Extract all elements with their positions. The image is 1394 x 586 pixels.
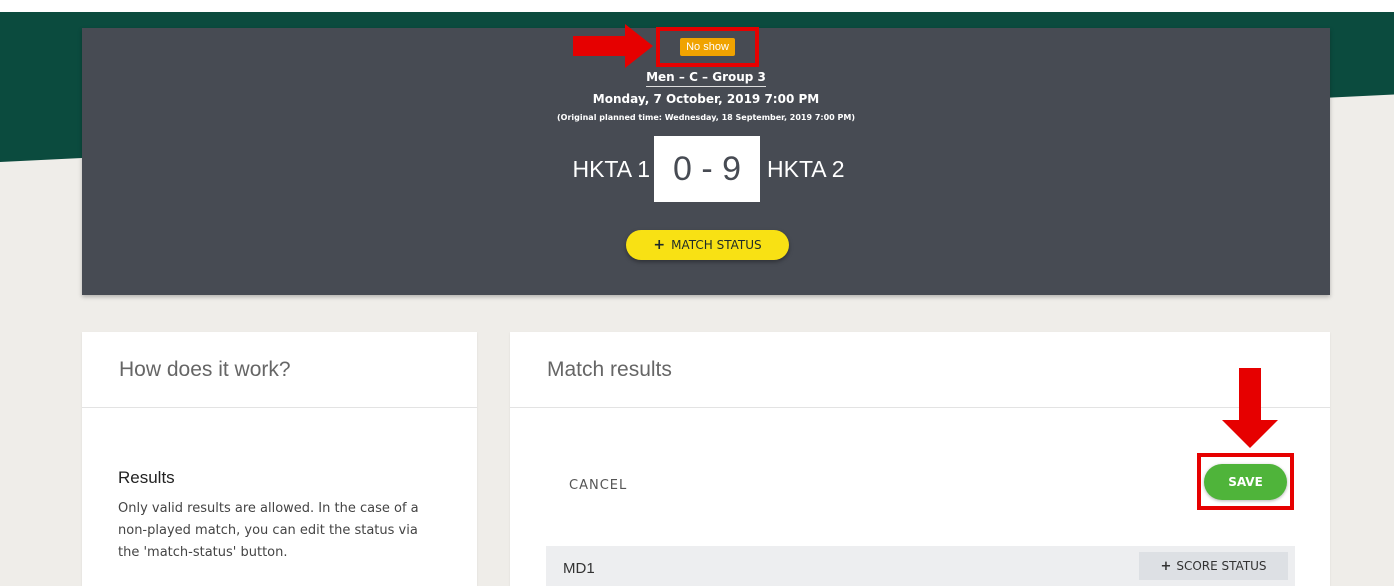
match-results-card: Match results CANCEL SAVE MD1 + SCORE ST… (510, 332, 1330, 586)
match-date: Monday, 7 October, 2019 7:00 PM (592, 92, 820, 106)
group-title[interactable]: Men – C – Group 3 (82, 70, 1330, 87)
original-planned-time: (Original planned time: Wednesday, 18 Se… (557, 113, 855, 122)
match-status-button[interactable]: + MATCH STATUS (626, 230, 789, 260)
score-display: 0 - 9 (654, 136, 760, 202)
match-row-label: MD1 (563, 560, 595, 577)
arrow-right-icon (573, 24, 653, 68)
match-row: MD1 + SCORE STATUS (546, 546, 1295, 586)
how-it-works-card: How does it work? Results Only valid res… (82, 332, 477, 586)
score-status-button[interactable]: + SCORE STATUS (1139, 552, 1288, 580)
top-strip (0, 0, 1394, 12)
status-badge-highlight: No show (656, 27, 759, 67)
team-home: HKTA 1 (572, 156, 650, 182)
plus-icon: + (1160, 558, 1172, 574)
arrow-down-icon (1222, 368, 1278, 448)
match-header: Men – C – Group 3 Monday, 7 October, 201… (82, 28, 1330, 295)
plus-icon: + (653, 237, 666, 253)
team-away: HKTA 2 (767, 156, 845, 182)
save-button-highlight: SAVE (1197, 453, 1294, 510)
results-description: Only valid results are allowed. In the c… (118, 501, 419, 560)
save-button[interactable]: SAVE (1204, 463, 1287, 500)
score-status-label: SCORE STATUS (1176, 559, 1267, 573)
status-badge: No show (680, 38, 735, 56)
match-results-title: Match results (510, 332, 1330, 408)
match-status-label: MATCH STATUS (671, 238, 762, 252)
cancel-button[interactable]: CANCEL (569, 478, 627, 493)
how-it-works-title: How does it work? (82, 332, 477, 408)
results-heading: Results (118, 468, 175, 487)
